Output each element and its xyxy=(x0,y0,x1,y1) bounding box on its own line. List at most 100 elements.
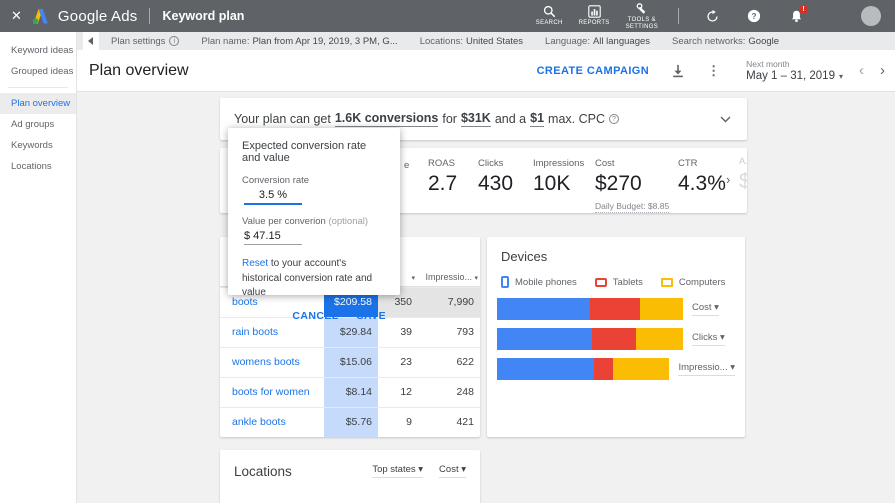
metric-ctr: CTR 4.3% xyxy=(678,158,726,195)
devices-impressions-bar-row: Impressio... ▾ xyxy=(487,358,745,380)
impressions-column-header[interactable]: Impressio... ▾ xyxy=(418,272,480,282)
devices-clicks-bar-row: Clicks ▾ xyxy=(487,328,745,350)
refresh-button[interactable] xyxy=(700,4,724,28)
avatar[interactable] xyxy=(861,6,881,26)
help-button[interactable]: ? xyxy=(742,4,766,28)
table-row[interactable]: boots for women $8.14 12 248 xyxy=(220,377,480,407)
more-options-button[interactable]: ⋮ xyxy=(707,63,720,79)
cost-metric-dropdown[interactable]: Cost ▾ xyxy=(692,302,719,316)
metric-roas: ROAS 2.7 xyxy=(428,158,458,195)
date-range-selector[interactable]: Next month May 1 – 31, 2019 ▾ xyxy=(746,59,843,82)
date-range-caption: Next month xyxy=(746,59,790,69)
topbar-divider xyxy=(149,8,151,24)
cancel-button[interactable]: CANCEL xyxy=(292,310,338,322)
impressions-cell: 248 xyxy=(456,386,474,398)
clicks-cell: 39 xyxy=(400,326,412,338)
language-setting[interactable]: Language: All languages xyxy=(545,36,650,47)
legend-tablets: Tablets xyxy=(594,277,643,288)
collapse-banner-button[interactable] xyxy=(720,116,731,123)
max-cpc-value[interactable]: $1 xyxy=(530,111,545,127)
table-row[interactable]: rain boots $29.84 39 793 xyxy=(220,317,480,347)
reports-icon xyxy=(587,5,601,19)
main-area: Plan settings i Plan name: Plan from Apr … xyxy=(77,32,895,503)
cost-cell[interactable]: $29.84 xyxy=(324,318,378,347)
daily-budget-label[interactable]: Daily Budget: $8.85 xyxy=(595,201,670,213)
cost-cell[interactable]: $5.76 xyxy=(324,408,378,437)
legend-computers: Computers xyxy=(660,277,725,288)
sidebar-item-locations[interactable]: Locations xyxy=(0,156,76,177)
sidebar-divider xyxy=(8,87,68,88)
plan-name-setting[interactable]: Plan name: Plan from Apr 19, 2019, 3 PM, … xyxy=(201,36,397,47)
mobile-phone-icon xyxy=(501,276,509,288)
close-icon[interactable]: ✕ xyxy=(11,8,22,24)
notification-badge: ! xyxy=(799,5,808,14)
help-circle-icon[interactable]: ? xyxy=(608,114,619,124)
sidebar-item-keyword-ideas[interactable]: Keyword ideas xyxy=(0,40,76,61)
keyword-link[interactable]: boots for women xyxy=(220,378,324,407)
plan-settings-title[interactable]: Plan settings i xyxy=(111,36,180,47)
devices-cost-bar-row: Cost ▾ xyxy=(487,298,745,320)
help-icon: ? xyxy=(747,9,761,23)
sidebar: Keyword ideas Grouped ideas Plan overvie… xyxy=(0,32,77,503)
metric-partial-next: A.. $ xyxy=(739,156,747,193)
keyword-link[interactable]: womens boots xyxy=(220,348,324,377)
download-button[interactable] xyxy=(671,64,685,78)
value-per-conversion-input[interactable]: $ 47.15 xyxy=(244,227,302,245)
reports-button[interactable]: REPORTS xyxy=(579,5,610,27)
tools-settings-button[interactable]: TOOLS & SETTINGS xyxy=(626,2,658,30)
save-button[interactable]: SAVE xyxy=(357,310,386,322)
locations-metric-dropdown[interactable]: Cost ▾ xyxy=(439,464,466,478)
metric-cost: Cost $270 Daily Budget: $8.85 xyxy=(595,158,670,213)
search-networks-setting[interactable]: Search networks: Google xyxy=(672,36,779,47)
search-button[interactable]: SEARCH xyxy=(536,5,563,27)
svg-text:?: ? xyxy=(752,12,757,21)
impressions-cell: 421 xyxy=(456,416,474,428)
sidebar-item-plan-overview[interactable]: Plan overview xyxy=(0,93,76,114)
stacked-bar-impressions xyxy=(497,358,670,380)
stacked-bar-clicks xyxy=(497,328,683,350)
collapse-panel-button[interactable] xyxy=(83,32,99,50)
table-row[interactable]: ankle boots $5.76 9 421 xyxy=(220,407,480,437)
tablet-icon xyxy=(594,277,607,287)
cost-cell[interactable]: $8.14 xyxy=(324,378,378,407)
sidebar-item-grouped-ideas[interactable]: Grouped ideas xyxy=(0,61,76,82)
chevron-down-icon xyxy=(720,116,731,122)
cost-value[interactable]: $31K xyxy=(460,111,491,127)
sidebar-item-keywords[interactable]: Keywords xyxy=(0,135,76,156)
clicks-metric-dropdown[interactable]: Clicks ▾ xyxy=(692,332,725,346)
search-icon xyxy=(543,6,555,18)
metric-label-fragment: e xyxy=(404,160,410,171)
plan-settings-bar: Plan settings i Plan name: Plan from Apr … xyxy=(77,32,895,50)
notifications-button[interactable]: ! xyxy=(784,4,808,28)
top-states-dropdown[interactable]: Top states ▾ xyxy=(372,464,424,478)
conversion-rate-input[interactable]: 3.5 % xyxy=(244,186,302,205)
impressions-metric-dropdown[interactable]: Impressio... ▾ xyxy=(678,362,735,376)
conversion-rate-label: Conversion rate xyxy=(242,175,310,186)
refresh-icon xyxy=(706,9,718,22)
table-row[interactable]: womens boots $15.06 23 622 xyxy=(220,347,480,377)
wrench-icon xyxy=(636,3,646,14)
devices-title: Devices xyxy=(501,249,548,264)
create-campaign-button[interactable]: CREATE CAMPAIGN xyxy=(537,65,650,77)
legend-mobile-phones: Mobile phones xyxy=(501,276,577,288)
conversions-value[interactable]: 1.6K conversions xyxy=(334,111,439,127)
metrics-scroll-right-button[interactable]: › xyxy=(726,172,730,187)
keyword-link[interactable]: rain boots xyxy=(220,318,324,347)
impressions-cell: 793 xyxy=(456,326,474,338)
metric-clicks: Clicks 430 xyxy=(478,158,514,195)
collapse-arrow-icon xyxy=(88,37,93,45)
clicks-cell: 12 xyxy=(400,386,412,398)
sidebar-item-ad-groups[interactable]: Ad groups xyxy=(0,114,76,135)
clicks-cell: 9 xyxy=(406,416,412,428)
stacked-bar-cost xyxy=(497,298,683,320)
cost-cell[interactable]: $15.06 xyxy=(324,348,378,377)
topbar-divider xyxy=(678,8,679,24)
keyword-link[interactable]: ankle boots xyxy=(220,408,324,437)
previous-period-button[interactable]: ‹ xyxy=(859,63,864,78)
locations-setting[interactable]: Locations: United States xyxy=(420,36,523,47)
page-header: Plan overview CREATE CAMPAIGN ⋮ Next mon… xyxy=(77,50,895,92)
metric-impressions: Impressions 10K xyxy=(533,158,585,195)
sort-arrow-icon: ▾ xyxy=(411,275,415,282)
reset-link[interactable]: Reset xyxy=(242,258,268,269)
next-period-button[interactable]: › xyxy=(880,63,885,78)
